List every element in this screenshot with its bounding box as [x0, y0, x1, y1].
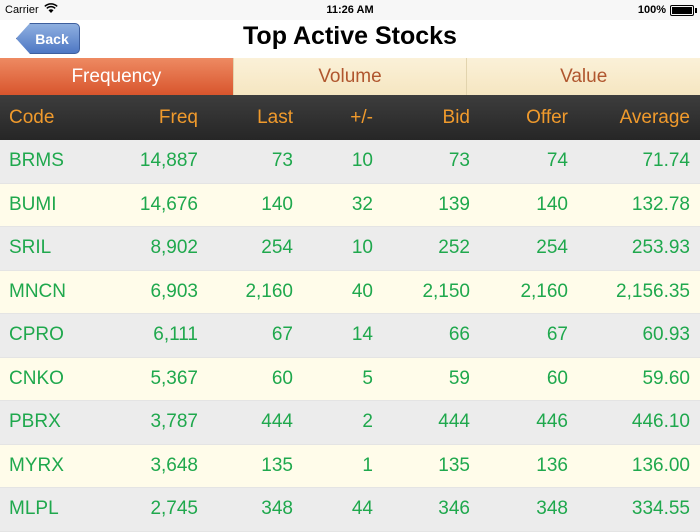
column-header-average: Average	[619, 106, 690, 128]
cell-change: 10	[351, 237, 373, 259]
cell-offer: 74	[546, 150, 568, 172]
cell-offer: 2,160	[520, 280, 568, 302]
cell-freq: 5,367	[150, 367, 198, 389]
stock-table: BRMS 14,887 73 10 73 74 71.74 BUMI 14,67…	[0, 140, 700, 532]
table-row[interactable]: MYRX 3,648 135 1 135 136 136.00	[0, 444, 700, 488]
cell-code: BRMS	[9, 150, 64, 172]
cell-average: 60.93	[642, 324, 690, 346]
table-row[interactable]: BRMS 14,887 73 10 73 74 71.74	[0, 140, 700, 184]
cell-offer: 348	[536, 498, 568, 520]
cell-bid: 252	[438, 237, 470, 259]
tab-value[interactable]: Value	[467, 58, 700, 95]
cell-bid: 73	[448, 150, 470, 172]
column-header-offer: Offer	[526, 106, 568, 128]
navigation-bar: Back Top Active Stocks	[0, 20, 700, 59]
table-row[interactable]: SRIL 8,902 254 10 252 254 253.93	[0, 227, 700, 271]
cell-bid: 135	[438, 454, 470, 476]
cell-bid: 346	[438, 498, 470, 520]
status-bar: Carrier 11:26 AM 100%	[0, 0, 700, 20]
tab-frequency[interactable]: Frequency	[0, 58, 234, 95]
cell-last: 135	[261, 454, 293, 476]
cell-code: PBRX	[9, 411, 61, 433]
cell-bid: 59	[448, 367, 470, 389]
table-row[interactable]: PBRX 3,787 444 2 444 446 446.10	[0, 401, 700, 445]
cell-average: 2,156.35	[616, 280, 690, 302]
cell-freq: 8,902	[150, 237, 198, 259]
cell-offer: 60	[546, 367, 568, 389]
cell-code: SRIL	[9, 237, 52, 259]
cell-average: 334.55	[631, 498, 690, 520]
battery-icon	[670, 5, 697, 16]
status-time: 11:26 AM	[326, 4, 374, 16]
cell-average: 253.93	[631, 237, 690, 259]
column-header-bid: Bid	[442, 106, 470, 128]
cell-change: 14	[351, 324, 373, 346]
cell-bid: 2,150	[422, 280, 470, 302]
cell-code: BUMI	[9, 193, 57, 215]
table-row[interactable]: BUMI 14,676 140 32 139 140 132.78	[0, 183, 700, 227]
tab-volume[interactable]: Volume	[233, 58, 468, 95]
cell-last: 67	[271, 324, 293, 346]
cell-last: 60	[271, 367, 293, 389]
segmented-tabs: Frequency Volume Value	[0, 58, 700, 95]
cell-freq: 2,745	[150, 498, 198, 520]
cell-offer: 140	[536, 193, 568, 215]
cell-bid: 444	[438, 411, 470, 433]
cell-last: 140	[261, 193, 293, 215]
column-header-last: Last	[257, 106, 293, 128]
cell-average: 446.10	[631, 411, 690, 433]
cell-freq: 6,111	[153, 324, 198, 346]
cell-change: 40	[351, 280, 373, 302]
cell-freq: 3,787	[150, 411, 198, 433]
cell-average: 136.00	[631, 454, 690, 476]
cell-offer: 254	[536, 237, 568, 259]
cell-code: CPRO	[9, 324, 64, 346]
cell-code: MNCN	[9, 280, 66, 302]
cell-change: 2	[362, 411, 373, 433]
cell-offer: 446	[536, 411, 568, 433]
cell-last: 73	[271, 150, 293, 172]
cell-offer: 67	[546, 324, 568, 346]
cell-average: 132.78	[631, 193, 690, 215]
cell-change: 44	[351, 498, 373, 520]
cell-change: 5	[362, 367, 373, 389]
table-row[interactable]: CNKO 5,367 60 5 59 60 59.60	[0, 357, 700, 401]
table-header: Code Freq Last +/- Bid Offer Average	[0, 95, 700, 140]
column-header-code: Code	[9, 106, 55, 128]
page-title: Top Active Stocks	[243, 22, 457, 50]
cell-bid: 66	[448, 324, 470, 346]
table-row[interactable]: MNCN 6,903 2,160 40 2,150 2,160 2,156.35	[0, 270, 700, 314]
cell-change: 10	[351, 150, 373, 172]
cell-freq: 3,648	[150, 454, 198, 476]
cell-last: 444	[261, 411, 293, 433]
cell-bid: 139	[438, 193, 470, 215]
column-header-change: +/-	[350, 106, 373, 128]
column-header-freq: Freq	[158, 106, 198, 128]
cell-last: 2,160	[245, 280, 293, 302]
cell-offer: 136	[536, 454, 568, 476]
cell-code: MYRX	[9, 454, 64, 476]
cell-change: 1	[362, 454, 373, 476]
battery-percent: 100%	[637, 4, 666, 16]
cell-freq: 6,903	[150, 280, 198, 302]
cell-change: 32	[351, 193, 373, 215]
cell-last: 348	[261, 498, 293, 520]
cell-code: MLPL	[9, 498, 59, 520]
cell-last: 254	[261, 237, 293, 259]
cell-freq: 14,887	[139, 150, 198, 172]
cell-code: CNKO	[9, 367, 64, 389]
cell-average: 59.60	[642, 367, 690, 389]
table-row[interactable]: CPRO 6,111 67 14 66 67 60.93	[0, 314, 700, 358]
cell-freq: 14,676	[139, 193, 198, 215]
cell-average: 71.74	[642, 150, 690, 172]
